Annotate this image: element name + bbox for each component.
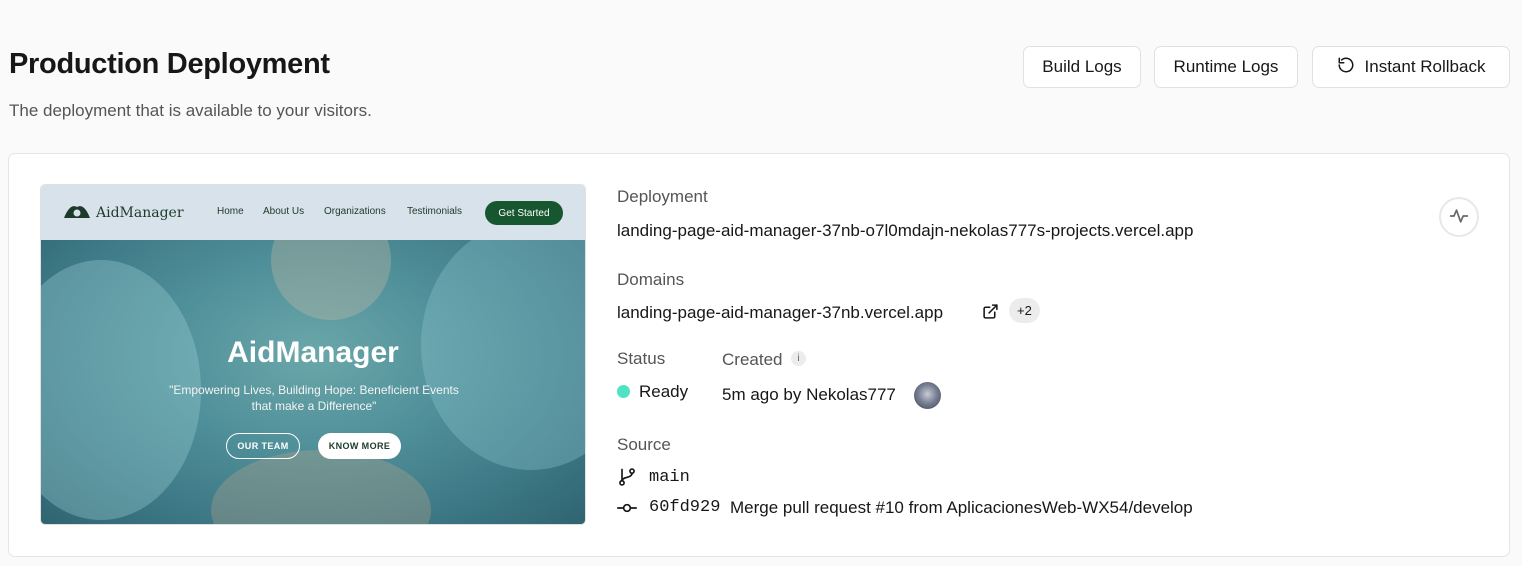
- instant-rollback-button[interactable]: Instant Rollback: [1312, 46, 1510, 88]
- deployment-card: AidManager Home About Us Organizations T…: [8, 153, 1510, 557]
- preview-hero-title: AidManager: [227, 336, 399, 369]
- created-label: Created: [722, 350, 783, 369]
- domain-link[interactable]: landing-page-aid-manager-37nb.vercel.app: [617, 303, 943, 323]
- preview-logo-text: AidManager: [96, 205, 184, 221]
- deployment-url-link[interactable]: landing-page-aid-manager-37nb-o7l0mdajn-…: [617, 221, 1193, 241]
- hero-photo-shape: [271, 240, 391, 320]
- external-link-icon[interactable]: [982, 303, 999, 325]
- hero-photo-shape: [211, 450, 431, 524]
- git-branch-icon: [617, 467, 637, 492]
- preview-know-more-button: KNOW MORE: [318, 433, 401, 459]
- status-dot-icon: [617, 385, 630, 398]
- activity-icon: [1449, 206, 1469, 229]
- preview-nav-home: Home: [217, 206, 244, 217]
- preview-logo: AidManager: [63, 203, 184, 223]
- branch-link[interactable]: main: [649, 468, 690, 487]
- runtime-logs-label: Runtime Logs: [1173, 57, 1279, 76]
- git-commit-icon: [616, 498, 638, 523]
- domains-label: Domains: [617, 270, 685, 289]
- commit-hash-link[interactable]: 60fd929: [649, 498, 720, 517]
- commit-message-link[interactable]: Merge pull request #10 from Aplicaciones…: [730, 498, 1193, 518]
- build-logs-button[interactable]: Build Logs: [1023, 46, 1141, 88]
- info-icon[interactable]: i: [791, 351, 806, 366]
- more-domains-badge[interactable]: +2: [1009, 298, 1040, 323]
- deployment-preview[interactable]: AidManager Home About Us Organizations T…: [40, 184, 586, 525]
- aidmanager-logo-icon: [63, 203, 91, 223]
- preview-navbar: AidManager Home About Us Organizations T…: [41, 185, 585, 240]
- rollback-icon: [1337, 56, 1355, 79]
- avatar[interactable]: [914, 382, 941, 409]
- preview-hero: AidManager "Empowering Lives, Building H…: [41, 240, 585, 524]
- preview-our-team-button: OUR TEAM: [226, 433, 300, 459]
- created-value: 5m ago by Nekolas777: [722, 385, 896, 404]
- source-label: Source: [617, 435, 671, 454]
- preview-nav-testimonials: Testimonials: [407, 206, 463, 217]
- preview-nav-organizations: Organizations: [324, 206, 386, 217]
- preview-hero-subtitle: "Empowering Lives, Building Hope: Benefi…: [169, 383, 459, 413]
- activity-button[interactable]: [1439, 197, 1479, 237]
- page-title: Production Deployment: [9, 48, 330, 80]
- instant-rollback-label: Instant Rollback: [1364, 57, 1486, 76]
- status-label: Status: [617, 349, 666, 368]
- status-value: Ready: [639, 382, 689, 401]
- preview-nav-about: About Us: [263, 206, 305, 217]
- preview-get-started: Get Started: [485, 201, 563, 225]
- runtime-logs-button[interactable]: Runtime Logs: [1154, 46, 1298, 88]
- page-subtitle: The deployment that is available to your…: [9, 101, 372, 120]
- build-logs-label: Build Logs: [1042, 57, 1122, 76]
- deployment-label: Deployment: [617, 187, 708, 206]
